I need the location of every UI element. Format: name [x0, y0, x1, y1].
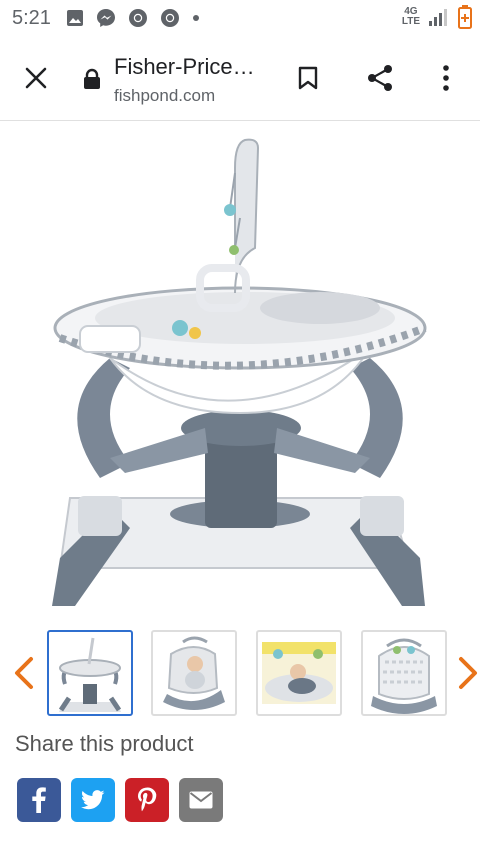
gallery-thumbnail[interactable]	[47, 630, 133, 716]
product-main-image	[30, 128, 450, 610]
close-icon	[25, 67, 47, 89]
facebook-icon	[32, 787, 46, 813]
twitter-share-button[interactable]	[71, 778, 115, 822]
messenger-icon	[97, 9, 115, 27]
bookmark-button[interactable]	[292, 62, 324, 94]
share-icon	[368, 65, 392, 91]
gallery-thumbnail[interactable]	[256, 630, 342, 716]
share-button[interactable]	[364, 62, 396, 94]
pinterest-share-button[interactable]	[125, 778, 169, 822]
chrome-icon	[161, 9, 179, 27]
browser-toolbar: Fisher-Price… fishpond.com	[0, 36, 480, 121]
pinterest-icon	[138, 787, 157, 812]
facebook-share-button[interactable]	[17, 778, 61, 822]
gallery-thumbnail[interactable]	[151, 630, 237, 716]
email-share-button[interactable]	[179, 778, 223, 822]
image-icon	[67, 10, 83, 26]
chrome-icon	[129, 9, 147, 27]
dot-icon	[193, 15, 199, 21]
more-vert-icon	[443, 65, 449, 91]
twitter-icon	[81, 790, 105, 810]
battery-low-icon	[458, 5, 472, 29]
more-options-button[interactable]	[430, 62, 462, 94]
page-title: Fisher-Price…	[114, 54, 255, 79]
share-heading: Share this product	[15, 731, 194, 756]
network-type: 4G LTE	[401, 6, 420, 27]
signal-icon	[429, 9, 447, 26]
chevron-left-icon[interactable]	[12, 656, 36, 690]
gallery-thumbnail[interactable]	[361, 630, 447, 716]
chevron-right-icon[interactable]	[456, 656, 480, 690]
lock-icon	[84, 68, 100, 89]
close-button[interactable]	[18, 60, 54, 96]
image-gallery	[0, 626, 480, 722]
page-domain: fishpond.com	[114, 86, 216, 105]
bookmark-icon	[298, 66, 318, 90]
status-bar: 5:21 4G LTE	[0, 0, 480, 36]
mail-icon	[189, 791, 213, 809]
status-time: 5:21	[12, 7, 51, 29]
